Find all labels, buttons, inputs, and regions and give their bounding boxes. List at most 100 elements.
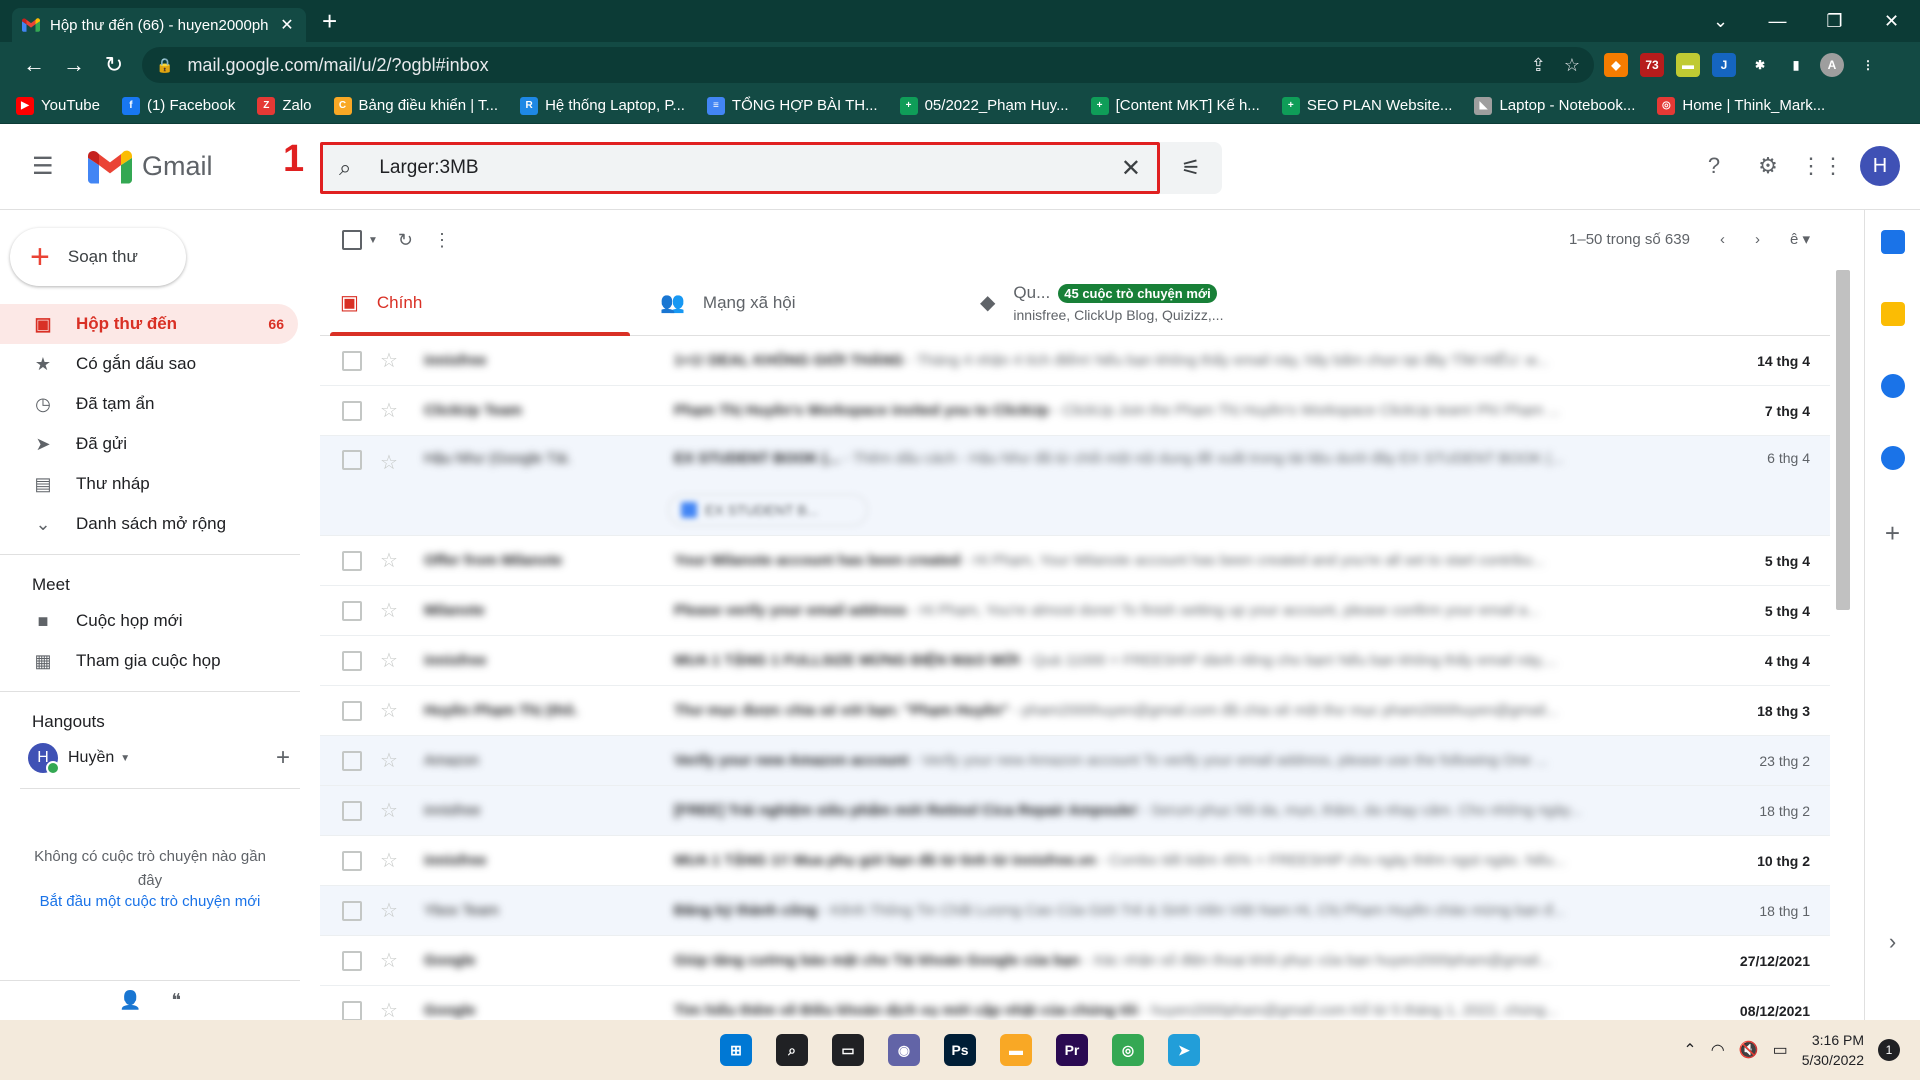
reload-button[interactable]: ↻: [94, 52, 134, 78]
more-actions-icon[interactable]: ⋮: [433, 230, 451, 251]
photoshop-icon[interactable]: Ps: [944, 1034, 976, 1066]
star-icon[interactable]: ☆: [380, 450, 398, 475]
star-icon[interactable]: ☆: [380, 798, 398, 823]
table-row[interactable]: ☆ innisfree 1+1! DEAL KHÔNG GIỚI THÁNG - T…: [320, 336, 1830, 386]
bookmark-star-icon[interactable]: ☆: [1564, 55, 1580, 76]
table-row[interactable]: ☆ Milanote Please verify your email addres…: [320, 586, 1830, 636]
main-menu-icon[interactable]: ☰: [32, 152, 56, 181]
calendar-icon[interactable]: [1880, 230, 1905, 254]
table-row[interactable]: ☆ Google Giúp tăng cường bảo mật cho Tài k…: [320, 936, 1830, 986]
new-tab-button[interactable]: +: [322, 0, 337, 42]
contacts-icon[interactable]: [1880, 446, 1905, 470]
row-checkbox[interactable]: [342, 900, 362, 921]
star-icon[interactable]: ☆: [380, 698, 398, 723]
get-addons-plus-icon[interactable]: +: [1865, 518, 1920, 549]
hangouts-user[interactable]: H Huyền ▼ +: [0, 738, 300, 778]
lock-icon[interactable]: 🔒: [156, 57, 173, 74]
select-dropdown-icon[interactable]: ▼: [368, 235, 378, 246]
bookmark-item[interactable]: ▶ YouTube: [16, 96, 100, 115]
bookmark-item[interactable]: + SEO PLAN Website...: [1281, 96, 1452, 115]
help-icon[interactable]: ?: [1698, 150, 1730, 182]
premiere-icon[interactable]: Pr: [1056, 1034, 1088, 1066]
extension-icon-4[interactable]: J: [1712, 53, 1736, 77]
refresh-icon[interactable]: ↻: [398, 230, 413, 251]
meet-item[interactable]: ▦ Tham gia cuộc họp: [0, 641, 298, 681]
row-checkbox[interactable]: [342, 600, 362, 621]
next-page-icon[interactable]: ›: [1755, 231, 1760, 248]
settings-gear-icon[interactable]: ⚙: [1752, 150, 1784, 182]
contacts-person-icon[interactable]: 👤: [119, 990, 141, 1011]
table-row[interactable]: ☆ Offer from Milanote Your Milanote accoun…: [320, 536, 1830, 586]
star-icon[interactable]: ☆: [380, 398, 398, 423]
file-explorer-icon[interactable]: ▬: [1000, 1034, 1032, 1066]
dropdown-caret-icon[interactable]: ▼: [120, 753, 130, 764]
sidebar-item[interactable]: ◷ Đã tạm ẩn: [0, 384, 298, 424]
star-icon[interactable]: ☆: [380, 748, 398, 773]
address-bar[interactable]: 🔒 mail.google.com/mail/u/2/?ogbl#inbox ⇪…: [142, 47, 1594, 83]
bookmark-item[interactable]: ≡ TỔNG HỢP BÀI TH...: [706, 96, 878, 115]
bookmark-item[interactable]: +05/2022_Phạm Huy...: [899, 96, 1069, 115]
volume-muted-icon[interactable]: 🔇: [1739, 1040, 1759, 1060]
bookmark-item[interactable]: + [Content MKT] Kế h...: [1090, 96, 1260, 115]
forward-button[interactable]: →: [54, 52, 94, 78]
bookmark-item[interactable]: C Bảng điều khiển | T...: [333, 96, 498, 115]
row-checkbox[interactable]: [342, 850, 362, 871]
apps-grid-icon[interactable]: ⋮⋮: [1800, 150, 1844, 182]
battery-icon[interactable]: ▭: [1773, 1040, 1788, 1060]
prev-page-icon[interactable]: ‹: [1720, 231, 1725, 248]
star-icon[interactable]: ☆: [380, 848, 398, 873]
list-scrollbar[interactable]: [1836, 270, 1850, 610]
search-input[interactable]: Larger:3MB: [379, 157, 1121, 179]
table-row[interactable]: ☆ ClickUp Team Phạm Thị Huyền's Workspace …: [320, 386, 1830, 436]
bookmark-item[interactable]: ◎ Home | Think_Mark...: [1657, 96, 1825, 115]
mail-search-box[interactable]: ⌕ Larger:3MB ✕: [320, 142, 1160, 194]
compose-button[interactable]: + Soạn thư: [10, 228, 186, 286]
table-row[interactable]: ☆ innisfree [FREE] Trải nghiệm siêu phẩm m…: [320, 786, 1830, 836]
search-options-icon[interactable]: ⚟: [1160, 142, 1222, 194]
sidebar-item[interactable]: ⌄ Danh sách mở rộng: [0, 504, 298, 544]
select-all-checkbox[interactable]: [342, 230, 362, 250]
row-checkbox[interactable]: [342, 650, 362, 671]
row-checkbox[interactable]: [342, 350, 362, 371]
row-checkbox[interactable]: [342, 750, 362, 771]
chrome-icon[interactable]: ◎: [1112, 1034, 1144, 1066]
row-checkbox[interactable]: [342, 800, 362, 821]
search-icon[interactable]: ⌕: [776, 1034, 808, 1066]
wifi-icon[interactable]: ◠: [1711, 1040, 1725, 1060]
bookmark-item[interactable]: ◣ Laptop - Notebook...: [1474, 96, 1635, 115]
table-row[interactable]: ☆ Amazon Verify your new Amazon account - …: [320, 736, 1830, 786]
search-icon[interactable]: ⌕: [339, 155, 351, 181]
notification-badge[interactable]: 1: [1878, 1039, 1900, 1061]
star-icon[interactable]: ☆: [380, 948, 398, 973]
windows-start-icon[interactable]: ⊞: [720, 1034, 752, 1066]
star-icon[interactable]: ☆: [380, 898, 398, 923]
back-button[interactable]: ←: [14, 52, 54, 78]
expand-panel-chevron-icon[interactable]: ›: [1865, 929, 1920, 955]
extension-icon-2[interactable]: 73: [1640, 53, 1664, 77]
star-icon[interactable]: ☆: [380, 598, 398, 623]
bookmark-item[interactable]: f (1) Facebook: [121, 96, 235, 115]
row-checkbox[interactable]: [342, 1000, 362, 1021]
row-checkbox[interactable]: [342, 950, 362, 971]
puzzle-extensions-icon[interactable]: ✱: [1748, 53, 1772, 77]
category-tab[interactable]: ◆ Qu... 45 cuộc trò chuyện mới innisfree, C…: [960, 270, 1280, 335]
new-chat-plus-icon[interactable]: +: [276, 744, 290, 772]
chevron-up-icon[interactable]: ⌃: [1683, 1040, 1696, 1060]
hangouts-quote-icon[interactable]: ❝: [171, 990, 181, 1011]
close-tab-icon[interactable]: ✕: [278, 15, 296, 35]
bookmark-item[interactable]: R Hệ thống Laptop, P...: [520, 96, 685, 115]
account-avatar[interactable]: H: [1860, 146, 1900, 186]
tasks-icon[interactable]: [1880, 374, 1905, 398]
start-chat-link[interactable]: Bắt đầu một cuộc trò chuyện mới: [0, 893, 300, 910]
profile-avatar-icon[interactable]: A: [1820, 53, 1844, 77]
star-icon[interactable]: ☆: [380, 648, 398, 673]
bookmark-item[interactable]: Z Zalo: [257, 96, 312, 115]
share-icon[interactable]: ⇪: [1531, 55, 1546, 76]
row-checkbox[interactable]: [342, 450, 362, 470]
extension-icon-3[interactable]: ▬: [1676, 53, 1700, 77]
extension-icon-1[interactable]: ◆: [1604, 53, 1628, 77]
clock[interactable]: 3:16 PM 5/30/2022: [1802, 1030, 1864, 1070]
sidebar-item[interactable]: ▤ Thư nháp: [0, 464, 298, 504]
keep-icon[interactable]: [1880, 302, 1905, 326]
row-checkbox[interactable]: [342, 700, 362, 721]
